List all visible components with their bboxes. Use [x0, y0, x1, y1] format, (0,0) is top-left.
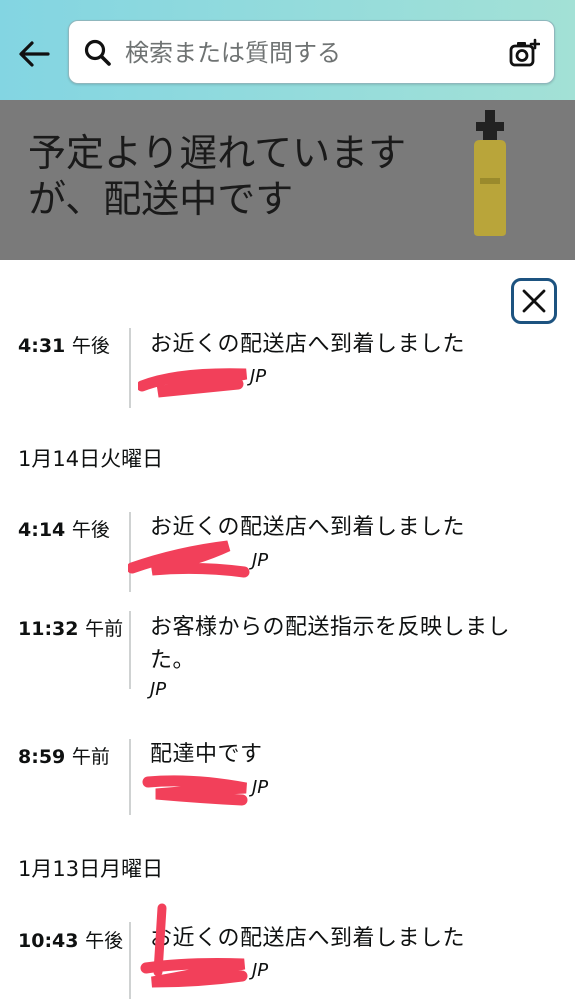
timeline-divider [129, 922, 131, 999]
event-time: 4:14 午後 [18, 517, 110, 543]
delivery-status-title: 予定より遅れていますが、配送中です [28, 131, 407, 221]
event-time-value: 11:32 [18, 618, 79, 640]
redaction-mark [142, 775, 248, 806]
date-header: 1月13日月曜日 [18, 857, 164, 881]
delivery-status-banner: 予定より遅れていますが、配送中です [0, 100, 575, 260]
redaction-mark [138, 368, 248, 398]
camera-icon[interactable] [508, 37, 540, 69]
event-time: 4:31 午後 [18, 333, 110, 359]
timeline-divider [129, 328, 131, 408]
search-input[interactable]: 検索または質問する [68, 20, 555, 84]
redaction-mark [140, 903, 248, 988]
event-time-ampm: 午後 [85, 930, 124, 952]
event-time-ampm: 午後 [71, 519, 110, 541]
event-location: JP [150, 679, 167, 700]
search-icon [84, 39, 111, 66]
event-title: 配達中です [150, 742, 263, 767]
event-location: JP [252, 960, 269, 981]
event-time: 8:59 午前 [18, 744, 110, 770]
event-time: 10:43 午後 [18, 928, 123, 954]
event-title: お客様からの配送指示を反映しました。 [150, 615, 511, 673]
event-time: 11:32 午前 [18, 616, 123, 642]
search-placeholder: 検索または質問する [125, 39, 341, 67]
event-location: JP [252, 777, 269, 798]
event-location: JP [252, 550, 269, 571]
event-time-value: 10:43 [18, 930, 79, 952]
close-icon [522, 289, 546, 313]
back-arrow-icon [19, 41, 50, 67]
timeline-divider [129, 611, 131, 689]
event-title: お近くの配送店へ到着しました [150, 332, 466, 357]
app-header: 検索または質問する [0, 0, 575, 100]
close-button[interactable] [511, 278, 557, 324]
event-time-value: 4:31 [18, 335, 66, 357]
event-time-value: 8:59 [18, 746, 66, 768]
date-header: 1月14日火曜日 [18, 447, 164, 471]
redaction-mark [128, 540, 250, 578]
event-time-ampm: 午後 [71, 335, 110, 357]
event-time-ampm: 午前 [71, 746, 110, 768]
timeline-divider [129, 739, 131, 815]
product-image [474, 110, 506, 236]
event-location: JP [250, 366, 267, 387]
back-button[interactable] [16, 36, 52, 72]
event-time-value: 4:14 [18, 519, 66, 541]
event-time-ampm: 午前 [85, 618, 124, 640]
